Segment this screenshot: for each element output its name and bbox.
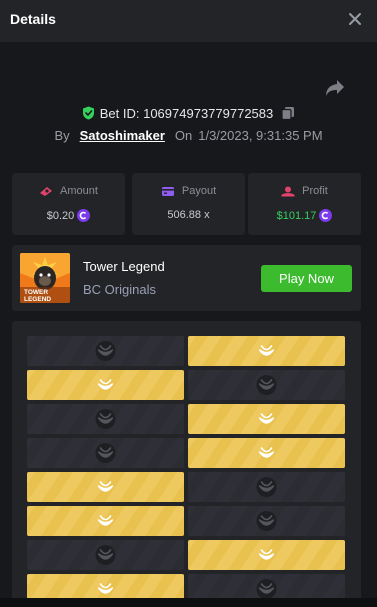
coin-icon [77, 209, 91, 222]
amount-value-row: $0.20 [12, 209, 125, 222]
game-thumbnail[interactable]: TOWER LEGEND [20, 253, 70, 303]
shield-check-icon [82, 106, 94, 120]
amount-card: Amount $0.20 [12, 173, 125, 235]
play-now-button[interactable]: Play Now [261, 265, 352, 292]
money-icon [40, 186, 53, 196]
profit-value: $101.17 [276, 209, 317, 222]
share-icon[interactable] [324, 78, 346, 98]
game-card: TOWER LEGEND Tower Legend BC Originals P… [12, 245, 361, 311]
svg-text:LEGEND: LEGEND [24, 296, 51, 303]
username-link[interactable]: Satoshimaker [80, 128, 165, 143]
profit-label: Profit [302, 185, 328, 197]
banana-icon [95, 545, 116, 565]
banana-icon [256, 477, 277, 497]
amount-value: $0.20 [46, 209, 75, 222]
banana-icon [256, 511, 277, 531]
payout-value: 506.88 x [167, 209, 210, 221]
tower-tile-gold [27, 506, 184, 536]
copy-icon[interactable] [281, 106, 295, 120]
details-header: Details [0, 0, 377, 42]
profit-icon [281, 186, 295, 196]
tower-tile-dark [27, 336, 184, 366]
tower-tile-gold [27, 472, 184, 502]
tower-tile-gold [188, 336, 345, 366]
payout-value-row: 506.88 x [132, 209, 245, 221]
banana-icon [95, 409, 116, 429]
banana-icon [95, 443, 116, 463]
by-label: By [54, 127, 70, 143]
svg-text:TOWER: TOWER [24, 289, 48, 296]
game-name: Tower Legend [83, 259, 165, 274]
tower-tile-dark [27, 438, 184, 468]
bet-datetime: 1/3/2023, 9:31:35 PM [198, 127, 323, 143]
game-provider: BC Originals [83, 282, 156, 297]
profit-card: Profit $101.17 [248, 173, 361, 235]
tower-legend-logo-icon: TOWER LEGEND [20, 253, 70, 303]
tower-tile-gold [27, 370, 184, 400]
tower-tile-dark [27, 404, 184, 434]
profit-value-row: $101.17 [248, 209, 361, 222]
tower-tile-gold [188, 438, 345, 468]
amount-header: Amount [12, 185, 125, 197]
header-title: Details [10, 11, 56, 27]
coin-icon [319, 209, 333, 222]
banana-icon [256, 375, 277, 395]
bottom-bar [0, 598, 377, 607]
payout-icon [161, 186, 174, 196]
tower-tile-dark [188, 472, 345, 502]
tower-tile-gold [188, 540, 345, 570]
profit-header: Profit [248, 185, 361, 197]
game-board [12, 321, 361, 607]
bet-meta-row: By Satoshimaker On 1/3/2023, 9:31:35 PM [0, 126, 377, 144]
tower-tile-gold [188, 404, 345, 434]
banana-icon [256, 579, 277, 599]
payout-card: Payout 506.88 x [132, 173, 245, 235]
on-label: On [174, 127, 193, 143]
tower-tile-dark [188, 506, 345, 536]
payout-label: Payout [181, 185, 217, 197]
payout-header: Payout [132, 185, 245, 197]
amount-label: Amount [60, 185, 98, 197]
tower-tile-dark [188, 370, 345, 400]
tower-tile-dark [27, 540, 184, 570]
bet-id-row: Bet ID: 106974973779772583 [0, 104, 377, 122]
bet-id: Bet ID: 106974973779772583 [99, 105, 274, 121]
banana-icon [95, 341, 116, 361]
close-icon[interactable] [347, 11, 363, 27]
